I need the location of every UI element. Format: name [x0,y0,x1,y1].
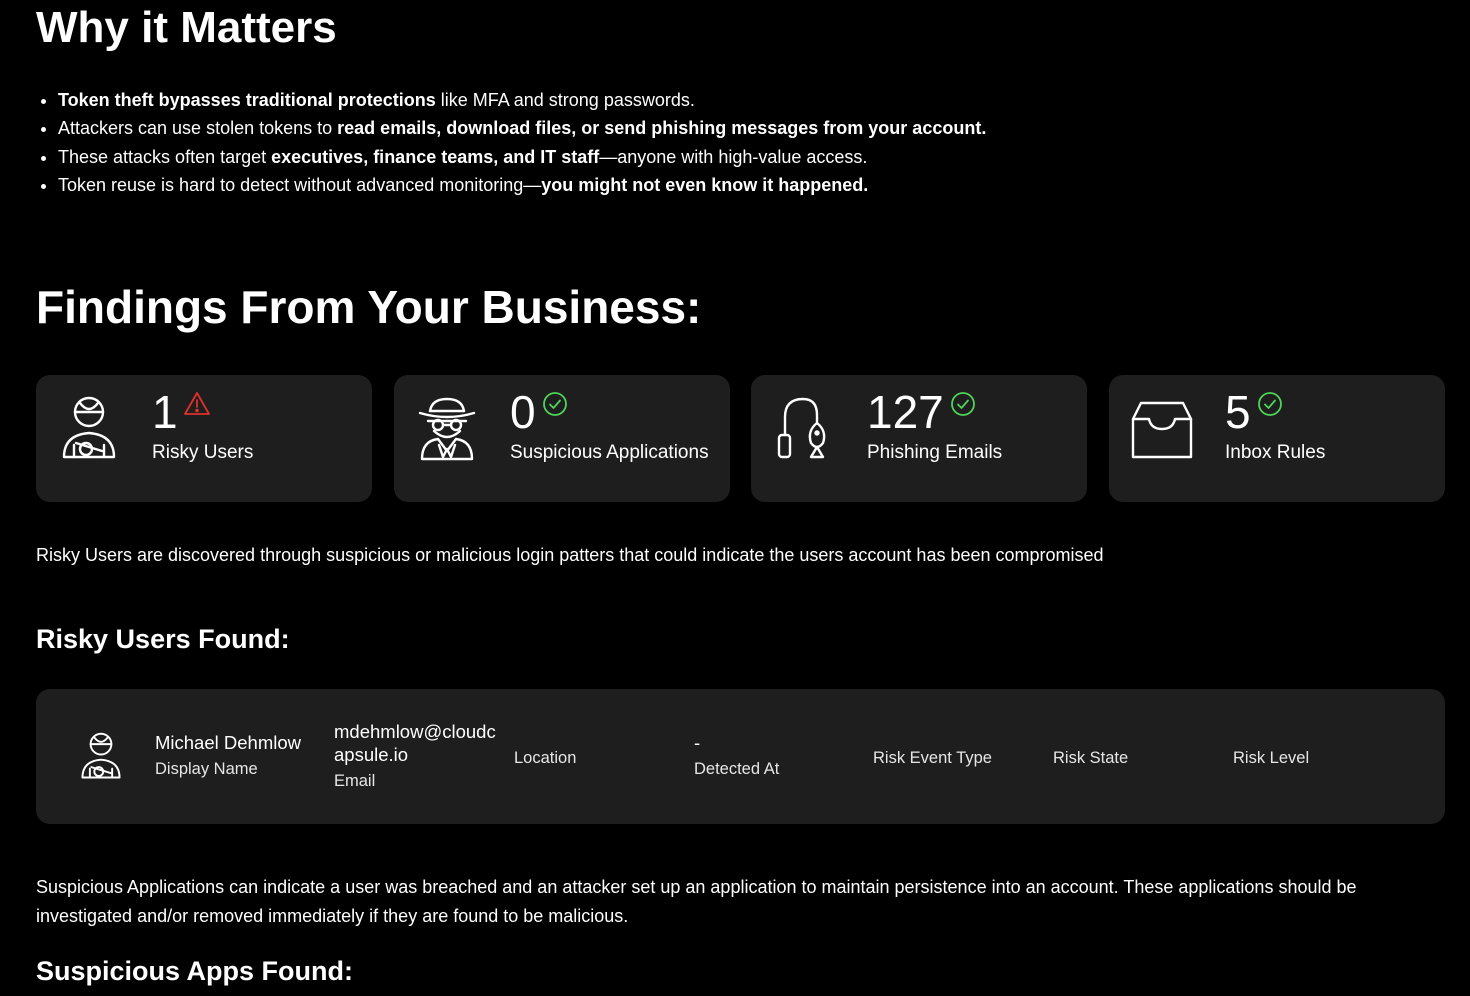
risk-event-type-field: Risk Event Type [873,747,992,769]
bullet-text: Attackers can use stolen tokens to [58,118,338,139]
bullet-item: These attacks often target executives, f… [58,143,1258,171]
spy-icon [416,395,478,461]
bullet-bold-text: you might not even know it happened. [541,175,869,196]
suspicious-apps-found-heading: Suspicious Apps Found: [36,956,353,986]
findings-heading: Findings From Your Business: [36,281,702,333]
risky-users-description: Risky Users are discovered through suspi… [36,545,1104,565]
email-value-line2: apsule.io [334,744,409,765]
risky-users-found-heading: Risky Users Found: [36,624,290,654]
risk-level-field: Risk Level [1233,747,1309,769]
email-field: mdehmlow@cloudc apsule.io Email [334,720,496,792]
check-icon [542,391,568,417]
suspicious-apps-label: Suspicious Applications [510,442,709,463]
inbox-rules-label: Inbox Rules [1225,442,1326,463]
email-value-line1: mdehmlow@cloudc [334,721,496,742]
detected-at-key: Detected At [694,760,780,778]
phishing-emails-label: Phishing Emails [867,442,1003,463]
inbox-rules-count: 5 [1225,386,1251,438]
bullet-text: like MFA and strong passwords. [435,90,695,110]
display-name-field: Michael Dehmlow Display Name [155,731,301,780]
why-it-matters-heading: Why it Matters [36,3,337,52]
bullet-item: Token reuse is hard to detect without ad… [58,171,1258,199]
risk-state-key: Risk State [1053,749,1129,767]
risky-user-icon [78,731,124,781]
phishing-emails-card[interactable]: 127 Phishing Emails [751,375,1087,502]
bullet-item: Attackers can use stolen tokens to read … [58,114,1258,142]
email-key: Email [334,772,376,790]
risky-users-count: 1 [152,386,178,438]
why-bullets-list: Token theft bypasses traditional protect… [36,86,1258,200]
suspicious-applications-card[interactable]: 0 Suspicious Applications [394,375,730,502]
risky-users-card[interactable]: 1 Risky Users [36,375,372,502]
risky-user-row[interactable]: Michael Dehmlow Display Name mdehmlow@cl… [36,689,1445,824]
inbox-tray-icon [1131,397,1193,463]
risk-level-key: Risk Level [1233,749,1310,767]
display-name-key: Display Name [155,760,258,778]
risky-users-label: Risky Users [152,442,254,463]
bullet-bold-text: Token theft bypasses traditional protect… [58,90,436,110]
bullet-bold-text: executives, finance teams, and IT staff [271,146,600,167]
display-name-value: Michael Dehmlow [155,732,301,753]
risky-user-icon [58,395,120,461]
phishing-emails-count: 127 [867,386,944,438]
bullet-text: —anyone with high-value access. [599,146,868,167]
location-field: Location [514,747,576,769]
bullet-text: Token reuse is hard to detect without ad… [58,175,542,196]
bullet-bold-text: read emails, download files, or send phi… [337,118,987,139]
fishing-hook-icon [773,395,835,461]
check-icon [1257,391,1283,417]
check-icon [950,391,976,417]
detected-at-field: - Detected At [694,731,779,780]
suspicious-apps-count: 0 [510,386,536,438]
suspicious-apps-description: Suspicious Applications can indicate a u… [36,877,1357,926]
detected-at-value: - [694,732,701,753]
location-key: Location [514,749,577,767]
risk-event-type-key: Risk Event Type [873,749,992,767]
warning-icon [184,391,210,417]
bullet-text: These attacks often target [58,146,272,167]
bullet-item: Token theft bypasses traditional protect… [58,86,1258,114]
risk-state-field: Risk State [1053,747,1128,769]
inbox-rules-card[interactable]: 5 Inbox Rules [1109,375,1445,502]
